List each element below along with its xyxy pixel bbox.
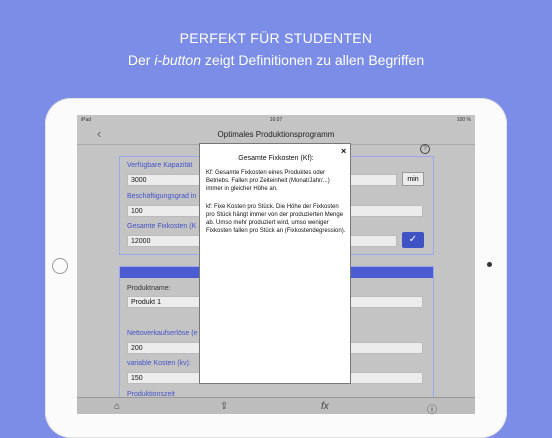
formula-icon[interactable]: fx [321, 401, 329, 412]
var-costs-label: variable Kosten (kv): [127, 360, 191, 367]
status-battery: 100 % [456, 117, 471, 123]
home-button [52, 258, 68, 274]
nav-title: Optimales Produktionsprogramm [217, 130, 335, 139]
product-label: Produktname: [127, 285, 171, 292]
info-icon[interactable]: ⓘ [427, 401, 437, 414]
app-screen: iPad 16:07 100 % ‹ Optimales Produktions… [77, 115, 475, 414]
home-icon[interactable]: ⌂ [114, 401, 120, 412]
camera [487, 262, 492, 267]
tab-bar: ⌂ ⇪ fx ⓘ [77, 397, 475, 414]
status-time: 16:07 [269, 117, 283, 123]
help-icon[interactable]: ? [420, 144, 430, 154]
utilization-label: Beschäftigungsgrad in [127, 193, 197, 200]
dialog-text-kf-unit: kf: Fixe Kosten pro Stück. Die Höhe der … [206, 204, 346, 234]
dialog-title: Gesamte Fixkosten (Kf): [238, 155, 314, 162]
headline-subtitle: Der i-button zeigt Definitionen zu allen… [127, 52, 425, 68]
unit-button[interactable]: min [402, 172, 424, 186]
capacity-label: Verfügbare Kapazität [127, 162, 193, 169]
dialog-text-kf: Kf: Gesamte Fixkosten eines Produktes od… [206, 170, 330, 192]
headline-title: PERFEKT FÜR STUDENTEN [179, 30, 373, 46]
checkmark-icon[interactable]: ✓ [402, 232, 424, 248]
price-label: Nettoverkaufserlöse (e [127, 330, 198, 337]
share-icon[interactable]: ⇪ [220, 401, 228, 412]
definition-dialog: × Gesamte Fixkosten (Kf): Kf: Gesamte Fi… [199, 143, 351, 384]
nav-bar: ‹ Optimales Produktionsprogramm [77, 124, 475, 145]
status-bar: iPad 16:07 100 % [77, 115, 475, 124]
fixed-costs-label: Gesamte Fixkosten (K [127, 223, 197, 230]
